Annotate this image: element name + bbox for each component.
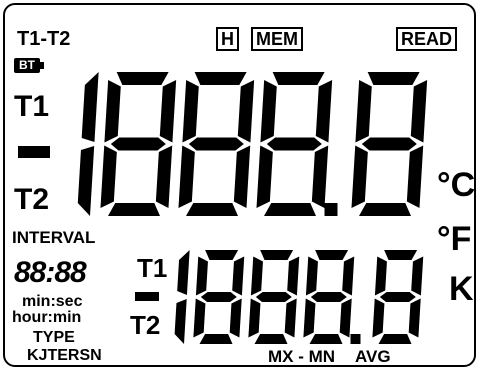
main-temperature-readout bbox=[77, 72, 428, 216]
decimal-point bbox=[350, 334, 361, 344]
digit-2-segment-d bbox=[186, 203, 238, 216]
decimal-point bbox=[324, 203, 338, 216]
seven-segment-displays bbox=[77, 72, 428, 344]
digit-4-segment-d bbox=[378, 334, 412, 344]
digit-2-segment-c bbox=[284, 298, 297, 338]
digit-4-segment-c bbox=[408, 298, 421, 338]
digit-3-segment-d bbox=[264, 203, 316, 216]
digit-1-segment-b bbox=[232, 256, 245, 296]
digit-2-segment-a bbox=[194, 72, 247, 85]
digit-3-segment-e bbox=[256, 145, 273, 208]
digit-3-segment-d bbox=[309, 334, 343, 344]
digit-3-segment-e bbox=[303, 298, 316, 338]
digit-3-segment-c bbox=[339, 298, 352, 338]
digit-4-segment-g bbox=[379, 292, 416, 302]
digit-1-segment-a bbox=[116, 72, 169, 85]
digit-2-segment-g bbox=[188, 137, 244, 151]
digit-1-segment-d bbox=[108, 203, 160, 216]
digit-1-segment-f bbox=[104, 80, 121, 143]
digit-3-segment-f bbox=[260, 80, 277, 143]
digit-2-segment-f bbox=[182, 80, 199, 143]
digit-4-segment-g bbox=[361, 137, 417, 151]
digit-2-segment-b bbox=[237, 80, 255, 143]
digit-4-segment-e bbox=[372, 298, 385, 338]
digit-3-segment-b bbox=[315, 80, 333, 143]
digit-4-segment-e bbox=[351, 145, 368, 208]
digit-3-segment-b bbox=[342, 256, 355, 296]
digit-2-segment-f bbox=[250, 256, 263, 296]
digit-3-segment-c bbox=[311, 145, 329, 208]
digit-2-segment-g bbox=[255, 292, 292, 302]
digit-1-segment-d bbox=[199, 334, 233, 344]
digit-2-segment-a bbox=[260, 250, 294, 260]
digit-2-segment-d bbox=[254, 334, 288, 344]
digit-1-segment-a bbox=[205, 250, 239, 260]
digit-4-segment-c bbox=[406, 145, 424, 208]
digit-4-segment-a bbox=[384, 250, 418, 260]
digit-1-segment-f bbox=[195, 256, 208, 296]
digit-3-segment-g bbox=[266, 137, 322, 151]
digit-3-segment-a bbox=[272, 72, 325, 85]
secondary-temperature-readout bbox=[174, 250, 424, 344]
digit-1-segment-e bbox=[100, 145, 117, 208]
digit-0-segment-c bbox=[174, 299, 187, 344]
digit-4-segment-f bbox=[355, 80, 372, 143]
digit-4-segment-f bbox=[374, 256, 387, 296]
digit-0-segment-b bbox=[177, 250, 190, 295]
digit-4-segment-b bbox=[410, 80, 428, 143]
digit-2-segment-e bbox=[248, 298, 261, 338]
digit-0-segment-b bbox=[81, 72, 99, 142]
digit-1-segment-g bbox=[110, 137, 166, 151]
digit-3-segment-f bbox=[305, 256, 318, 296]
digit-0-segment-c bbox=[77, 146, 95, 216]
digit-4-segment-b bbox=[411, 256, 424, 296]
digit-4-segment-a bbox=[367, 72, 420, 85]
digit-1-segment-c bbox=[155, 145, 173, 208]
digit-1-segment-e bbox=[193, 298, 206, 338]
digit-2-segment-c bbox=[233, 145, 251, 208]
digit-3-segment-g bbox=[310, 292, 347, 302]
digit-1-segment-g bbox=[200, 292, 237, 302]
digit-3-segment-a bbox=[315, 250, 349, 260]
digit-4-segment-d bbox=[359, 203, 411, 216]
digit-2-segment-b bbox=[287, 256, 300, 296]
digit-2-segment-e bbox=[178, 145, 195, 208]
digit-1-segment-c bbox=[229, 298, 242, 338]
digit-1-segment-b bbox=[159, 80, 177, 143]
